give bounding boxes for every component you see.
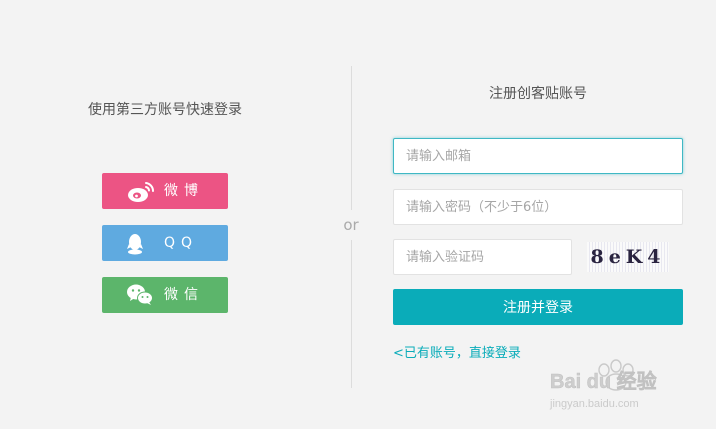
vertical-divider-top: [351, 66, 352, 210]
wechat-icon: [127, 284, 153, 305]
vertical-divider-bottom: [351, 240, 352, 388]
weibo-login-button[interactable]: 微博: [102, 173, 228, 209]
baidu-jingyan-watermark: Bai du 经验 jingyan.baidu.com: [549, 359, 657, 410]
qq-login-button[interactable]: QQ: [102, 225, 228, 261]
register-title: 注册创客贴账号: [489, 86, 587, 102]
weibo-label: 微博: [164, 183, 204, 199]
captcha-input[interactable]: [393, 239, 572, 275]
wechat-label: 微信: [164, 287, 204, 303]
qq-penguin-icon: [127, 234, 143, 255]
third-party-title: 使用第三方账号快速登录: [88, 102, 242, 118]
watermark-url: jingyan.baidu.com: [549, 398, 639, 410]
watermark-brand: Bai du 经验: [550, 369, 657, 393]
or-separator: or: [343, 216, 359, 234]
password-input[interactable]: [393, 189, 683, 225]
email-input[interactable]: [393, 138, 683, 174]
captcha-code: 8eK4: [590, 246, 666, 268]
qq-label: QQ: [164, 235, 199, 251]
wechat-login-button[interactable]: 微信: [102, 277, 228, 313]
captcha-image[interactable]: 8eK4: [587, 242, 669, 272]
existing-account-login-link[interactable]: <已有账号，直接登录: [393, 342, 521, 361]
register-submit-button[interactable]: 注册并登录: [393, 289, 683, 325]
weibo-icon: [128, 182, 155, 202]
